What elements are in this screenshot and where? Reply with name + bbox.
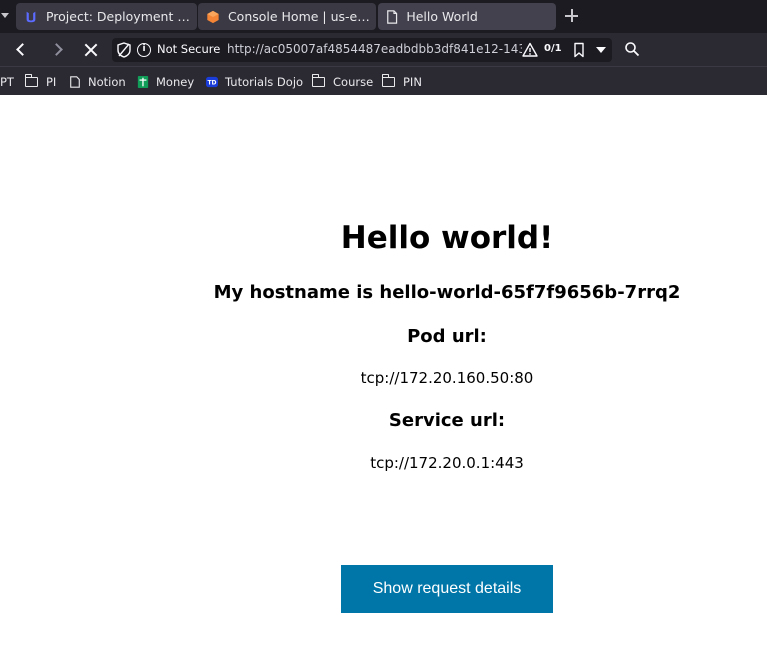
bookmark-label: PT [0, 75, 14, 89]
bookmarks-toolbar: PT PI Notion Money TD Tutorials Dojo Cou… [0, 66, 767, 95]
bookmark-item[interactable]: PT [0, 73, 14, 91]
bookmark-label: PIN [403, 75, 422, 89]
tab-console-home[interactable]: Console Home | us-east-1 [198, 3, 376, 30]
tab-label: Console Home | us-east-1 [227, 9, 376, 24]
aws-icon [207, 10, 219, 23]
not-secure-label[interactable]: Not Secure [157, 42, 220, 56]
bookmark-label: Money [156, 75, 195, 89]
new-tab-icon[interactable] [562, 6, 582, 26]
bookmark-icon[interactable] [572, 42, 586, 58]
chevron-left-icon [16, 43, 29, 56]
address-bar[interactable]: i Not Secure http://ac05007af4854487eadb… [112, 38, 612, 62]
bookmark-label: Notion [88, 75, 126, 89]
tab-project-deployment[interactable]: Project: Deployment Rou... [16, 3, 197, 30]
folder-icon [381, 74, 395, 87]
tab-label: Hello World [406, 9, 478, 24]
info-icon[interactable]: i [137, 43, 151, 57]
bookmark-item[interactable]: Notion [68, 73, 126, 91]
tab-list-menu-icon[interactable] [0, 9, 10, 23]
chevron-right-icon [50, 43, 63, 56]
stop-icon [84, 43, 98, 57]
stop-button[interactable] [80, 39, 102, 61]
tab-hello-world[interactable]: Hello World [378, 3, 556, 30]
url-text[interactable]: http://ac05007af4854487eadbdbb3df841e12-… [227, 42, 522, 56]
svg-text:TD: TD [207, 80, 216, 87]
service-url-value: tcp://172.20.0.1:443 [370, 454, 524, 472]
back-button[interactable] [12, 39, 34, 61]
bookmark-label: Course [333, 75, 374, 89]
bookmark-item[interactable]: TD Tutorials Dojo [205, 73, 303, 91]
page-icon [70, 76, 80, 88]
page-content: Hello world! My hostname is hello-world-… [0, 96, 767, 665]
sheets-icon [137, 76, 149, 88]
bookmark-label: PI [46, 75, 57, 89]
bookmark-item[interactable]: PIN [381, 73, 422, 91]
td-icon: TD [206, 76, 218, 88]
udacity-icon [26, 11, 36, 22]
search-icon[interactable] [624, 41, 640, 57]
show-request-details-button[interactable]: Show request details [341, 565, 553, 613]
chevron-down-icon[interactable] [596, 47, 606, 53]
hostname-heading: My hostname is hello-world-65f7f9656b-7r… [213, 282, 681, 303]
match-count: 0/1 [544, 43, 562, 54]
tracking-protection-icon[interactable] [117, 42, 131, 58]
folder-icon [24, 74, 38, 87]
bookmark-item[interactable]: Money [136, 73, 194, 91]
bookmark-label: Tutorials Dojo [225, 75, 304, 89]
forward-button[interactable] [48, 39, 70, 61]
tab-label: Project: Deployment Rou... [45, 9, 197, 24]
service-url-label: Service url: [388, 410, 506, 431]
folder-icon [311, 74, 325, 87]
bookmark-item[interactable]: PI [24, 73, 57, 91]
bookmark-item[interactable]: Course [311, 73, 374, 91]
pod-url-label: Pod url: [407, 326, 487, 347]
pod-url-value: tcp://172.20.160.50:80 [360, 369, 534, 387]
warning-icon [522, 42, 538, 57]
page-title: Hello world! [340, 220, 554, 256]
tab-strip: Project: Deployment Rou... Console Home … [0, 0, 767, 33]
page-icon [387, 9, 398, 24]
